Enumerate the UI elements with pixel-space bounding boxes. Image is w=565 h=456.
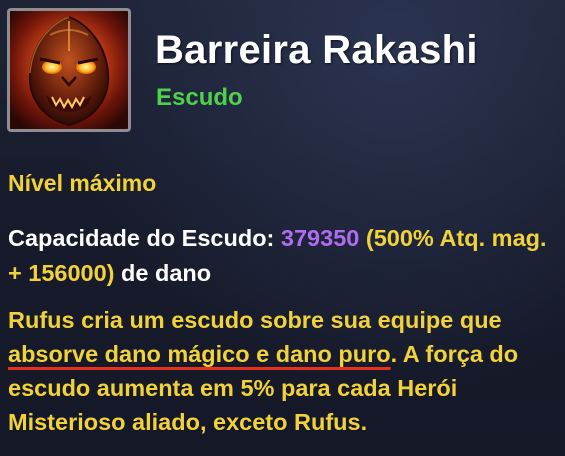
capacity-label: Capacidade do Escudo: [8,225,275,251]
shield-capacity: Capacidade do Escudo: 379350 (500% Atq. … [8,221,553,291]
capacity-suffix: de dano [121,260,212,286]
skill-name: Barreira Rakashi [155,28,478,72]
description-highlight: absorve dano mágico e dano puro [8,341,391,367]
skill-icon-frame [7,8,131,132]
description-start: Rufus cria um escudo sobre sua equipe qu… [8,307,502,333]
skill-description: Rufus cria um escudo sobre sua equipe qu… [8,303,558,439]
skill-type: Escudo [156,84,243,111]
capacity-value: 379350 [280,225,360,251]
level-label: Nível máximo [8,170,157,196]
rakashi-barrier-icon [10,11,128,129]
